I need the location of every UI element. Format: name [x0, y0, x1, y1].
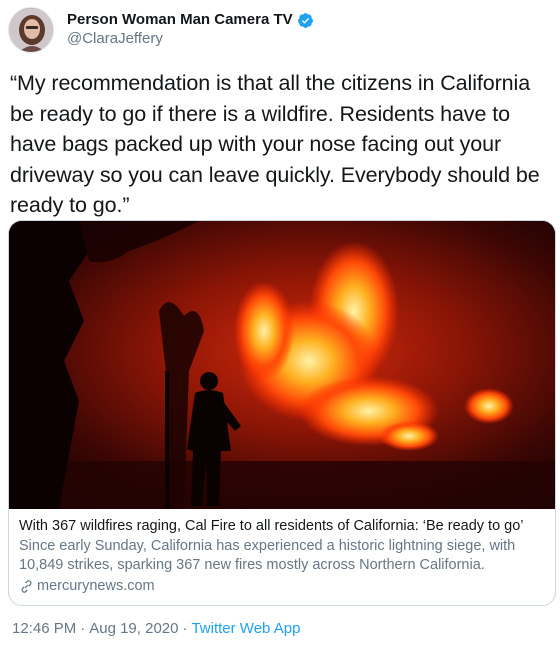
card-body: With 367 wildfires raging, Cal Fire to a… [9, 509, 555, 596]
card-domain[interactable]: mercurynews.com [19, 576, 545, 596]
user-handle[interactable]: @ClaraJeffery [67, 30, 314, 49]
card-description: Since early Sunday, California has exper… [19, 538, 516, 573]
display-name[interactable]: Person Woman Man Camera TV [67, 11, 293, 30]
display-name-row: Person Woman Man Camera TV [67, 11, 314, 30]
link-card[interactable]: With 367 wildfires raging, Cal Fire to a… [8, 220, 556, 606]
link-icon [19, 579, 34, 594]
author-names: Person Woman Man Camera TV @ClaraJeffery [67, 11, 314, 49]
tweet-header: Person Woman Man Camera TV @ClaraJeffery [8, 6, 314, 54]
card-title[interactable]: With 367 wildfires raging, Cal Fire to a… [19, 517, 545, 536]
card-domain-label: mercurynews.com [37, 578, 155, 594]
wildfire-photo-icon [9, 221, 555, 509]
user-avatar-icon [9, 8, 53, 52]
tweet-footer: 12:46 PM · Aug 19, 2020 · Twitter Web Ap… [12, 620, 300, 637]
verified-badge-icon [297, 12, 314, 29]
tweet-date[interactable]: Aug 19, 2020 [89, 620, 178, 637]
tweet-source[interactable]: Twitter Web App [191, 620, 300, 637]
separator: · [80, 620, 86, 637]
tweet: Person Woman Man Camera TV @ClaraJeffery… [0, 0, 560, 648]
tweet-time[interactable]: 12:46 PM [12, 620, 76, 637]
card-image[interactable] [9, 221, 555, 509]
tweet-text: “My recommendation is that all the citiz… [10, 71, 540, 217]
separator: · [182, 620, 188, 637]
avatar[interactable] [8, 7, 54, 53]
